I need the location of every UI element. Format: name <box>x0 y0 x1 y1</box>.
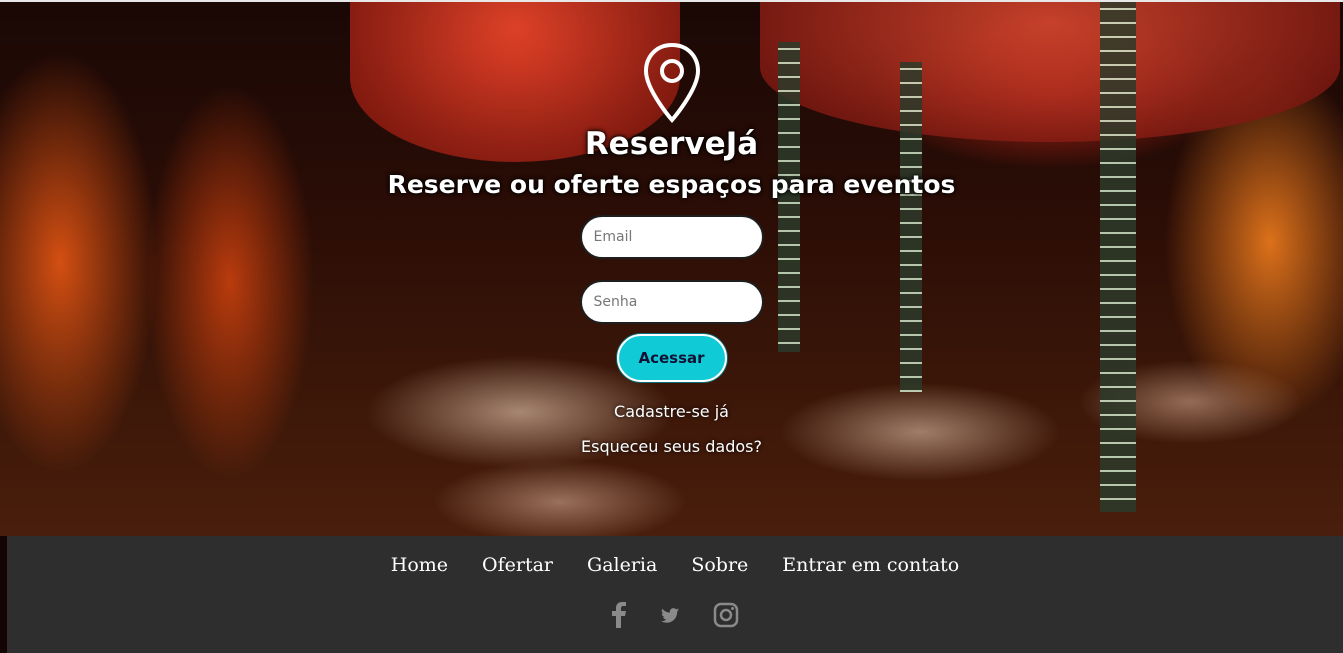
login-panel: ReserveJá Reserve ou oferte espaços para… <box>0 0 1343 536</box>
tagline: Reserve ou oferte espaços para eventos <box>387 170 956 199</box>
twitter-icon[interactable] <box>661 607 679 627</box>
email-field[interactable] <box>579 215 764 259</box>
nav-contato[interactable]: Entrar em contato <box>782 554 959 576</box>
instagram-icon[interactable] <box>713 602 739 632</box>
nav-sobre[interactable]: Sobre <box>691 554 748 576</box>
brand-name: ReserveJá <box>584 126 759 162</box>
forgot-password-link[interactable]: Esqueceu seus dados? <box>581 437 762 456</box>
nav-galeria[interactable]: Galeria <box>587 554 657 576</box>
nav-home[interactable]: Home <box>391 554 448 576</box>
footer: Home Ofertar Galeria Sobre Entrar em con… <box>7 536 1343 653</box>
facebook-icon[interactable] <box>611 602 627 632</box>
social-links <box>7 602 1343 632</box>
password-field[interactable] <box>579 280 764 324</box>
location-pin-icon <box>643 42 700 124</box>
signup-link[interactable]: Cadastre-se já <box>614 402 729 421</box>
left-edge-strip <box>0 536 7 653</box>
nav-ofertar[interactable]: Ofertar <box>482 554 553 576</box>
footer-nav: Home Ofertar Galeria Sobre Entrar em con… <box>7 554 1343 576</box>
login-button[interactable]: Acessar <box>616 334 727 382</box>
